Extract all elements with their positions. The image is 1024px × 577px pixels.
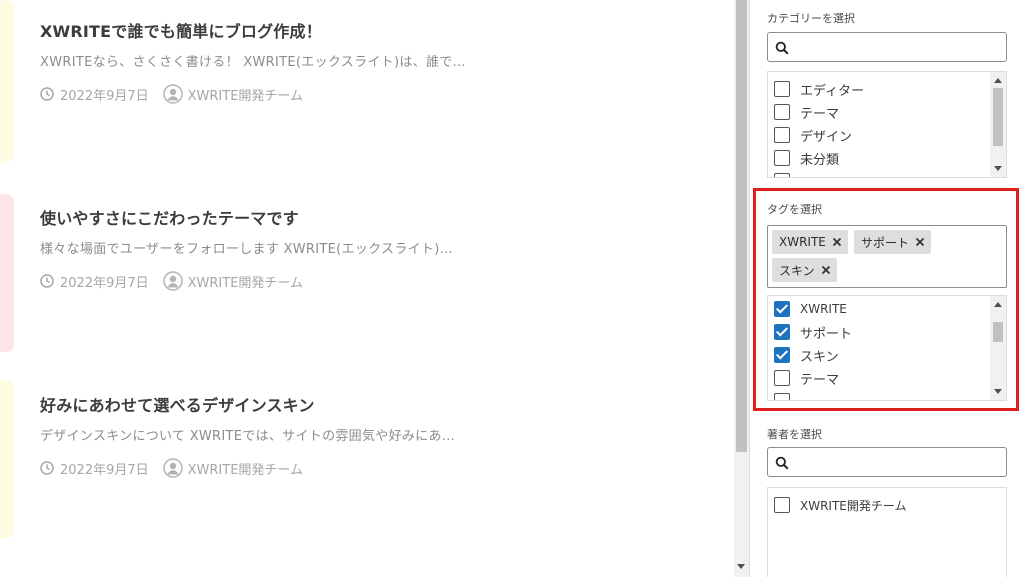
post-date: 2022年9月7日 xyxy=(60,88,149,104)
screen: XWRITEで誰でも簡単にブログ作成！ XWRITEなら、さくさく書ける！ XW… xyxy=(0,0,1024,577)
checkbox[interactable] xyxy=(774,150,790,166)
post-accent-bar xyxy=(0,0,14,163)
category-option[interactable]: デザイン xyxy=(774,125,852,145)
category-option-label: 未分類 xyxy=(800,152,840,168)
post-meta: 2022年9月7日 XWRITE開発チーム xyxy=(40,84,303,104)
post-author[interactable]: XWRITE開発チーム xyxy=(188,85,303,104)
category-option[interactable]: エディター xyxy=(774,79,864,99)
author-search-box[interactable] xyxy=(767,447,1007,477)
scroll-down-arrow-icon[interactable] xyxy=(994,166,1002,171)
post-accent-bar xyxy=(0,380,14,538)
post-date: 2022年9月7日 xyxy=(60,275,149,291)
author-search-input[interactable] xyxy=(794,452,999,472)
post-meta: 2022年9月7日 XWRITE開発チーム xyxy=(40,271,303,291)
category-option-label: デザイン xyxy=(800,129,853,145)
post-meta: 2022年9月7日 XWRITE開発チーム xyxy=(40,458,303,478)
scrollbar-thumb[interactable] xyxy=(993,88,1003,146)
clock-icon xyxy=(40,274,54,288)
author-option[interactable]: XWRITE開発チーム xyxy=(774,495,907,515)
post-list: XWRITEで誰でも簡単にブログ作成！ XWRITEなら、さくさく書ける！ XW… xyxy=(0,0,734,577)
category-listbox: エディター テーマ デザイン 未分類 xyxy=(767,71,1007,178)
author-listbox: XWRITE開発チーム xyxy=(767,487,1007,577)
post-date: 2022年9月7日 xyxy=(60,462,149,478)
post-author[interactable]: XWRITE開発チーム xyxy=(188,272,303,291)
clock-icon xyxy=(40,461,54,475)
checkbox[interactable] xyxy=(774,127,790,143)
category-search-box[interactable] xyxy=(767,32,1007,62)
category-section-label: カテゴリーを選択 xyxy=(767,12,855,25)
category-option-label: エディター xyxy=(800,83,865,99)
scroll-up-arrow-icon[interactable] xyxy=(994,78,1002,83)
scroll-down-arrow-icon[interactable] xyxy=(737,564,745,569)
category-list-scrollbar[interactable] xyxy=(990,72,1006,177)
user-avatar-icon xyxy=(162,458,183,478)
post-title[interactable]: 使いやすさにこだわったテーマです xyxy=(40,205,299,229)
author-option-label: XWRITE開発チーム xyxy=(800,498,907,513)
scrollbar-thumb[interactable] xyxy=(736,0,747,452)
post-excerpt: デザインスキンについて XWRITEでは、サイトの雰囲気や好みにあ… xyxy=(40,429,456,444)
post-title[interactable]: XWRITEで誰でも簡単にブログ作成！ xyxy=(40,18,322,42)
category-option-label: テーマ xyxy=(800,106,840,122)
category-option-partial[interactable] xyxy=(774,171,800,177)
post-card[interactable]: XWRITEで誰でも簡単にブログ作成！ XWRITEなら、さくさく書ける！ XW… xyxy=(0,0,734,180)
search-icon xyxy=(775,455,789,470)
post-author[interactable]: XWRITE開発チーム xyxy=(188,459,303,478)
checkbox[interactable] xyxy=(774,497,790,513)
user-avatar-icon xyxy=(162,84,183,104)
category-option[interactable]: テーマ xyxy=(774,102,839,122)
category-option[interactable]: 未分類 xyxy=(774,148,839,168)
category-search-input[interactable] xyxy=(794,37,999,57)
post-excerpt: 様々な場面でユーザーをフォローします XWRITE(エックスライト)… xyxy=(40,242,453,257)
page-scrollbar[interactable] xyxy=(734,0,749,577)
clock-icon xyxy=(40,87,54,101)
post-card[interactable]: 好みにあわせて選べるデザインスキン デザインスキンについて XWRITEでは、サ… xyxy=(0,376,734,546)
user-avatar-icon xyxy=(162,271,183,291)
post-excerpt: XWRITEなら、さくさく書ける！ XWRITE(エックスライト)は、誰で… xyxy=(40,55,466,70)
post-card[interactable]: 使いやすさにこだわったテーマです 様々な場面でユーザーをフォローします XWRI… xyxy=(0,190,734,360)
search-icon xyxy=(775,40,789,55)
author-section-label: 著者を選択 xyxy=(767,428,822,441)
post-title[interactable]: 好みにあわせて選べるデザインスキン xyxy=(40,392,315,416)
checkbox[interactable] xyxy=(774,104,790,120)
checkbox[interactable] xyxy=(774,173,790,177)
post-accent-bar xyxy=(0,194,14,352)
tag-section-highlight xyxy=(753,188,1019,411)
checkbox[interactable] xyxy=(774,81,790,97)
